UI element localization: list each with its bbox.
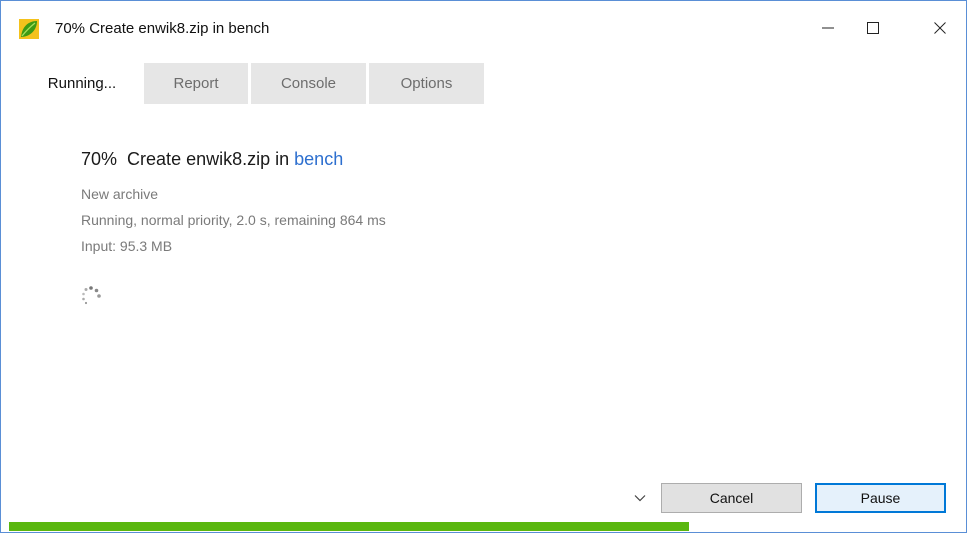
green-leaf-icon bbox=[19, 19, 39, 39]
loading-spinner-icon bbox=[78, 283, 104, 309]
minimize-icon[interactable] bbox=[814, 15, 842, 41]
task-detail-status: Running, normal priority, 2.0 s, remaini… bbox=[81, 212, 386, 228]
window-title: 70% Create enwik8.zip in bench bbox=[55, 20, 270, 37]
task-detail-type: New archive bbox=[81, 186, 159, 202]
progress-bar bbox=[9, 522, 959, 531]
tab-options[interactable]: Options bbox=[369, 63, 484, 104]
pause-button[interactable]: Pause bbox=[815, 483, 946, 513]
chevron-down-icon[interactable] bbox=[629, 489, 651, 507]
task-action: Create enwik8.zip in bbox=[127, 149, 290, 169]
cancel-button[interactable]: Cancel bbox=[661, 483, 802, 513]
app-window: 70% Create enwik8.zip in bench Running..… bbox=[0, 0, 967, 533]
task-title: 70% Create enwik8.zip in bench bbox=[81, 149, 343, 170]
progress-bar-fill bbox=[9, 522, 690, 531]
tab-bar: Running... Report Console Options bbox=[23, 63, 487, 104]
tab-console[interactable]: Console bbox=[251, 63, 366, 104]
maximize-icon[interactable] bbox=[859, 15, 887, 41]
folder-link[interactable]: bench bbox=[294, 149, 343, 169]
task-percent: 70% bbox=[81, 149, 118, 169]
close-icon[interactable] bbox=[926, 15, 954, 41]
tab-report[interactable]: Report bbox=[144, 63, 248, 104]
tab-running[interactable]: Running... bbox=[23, 63, 141, 104]
task-detail-input: Input: 95.3 MB bbox=[81, 238, 173, 254]
title-bar[interactable]: 70% Create enwik8.zip in bench bbox=[1, 1, 966, 53]
